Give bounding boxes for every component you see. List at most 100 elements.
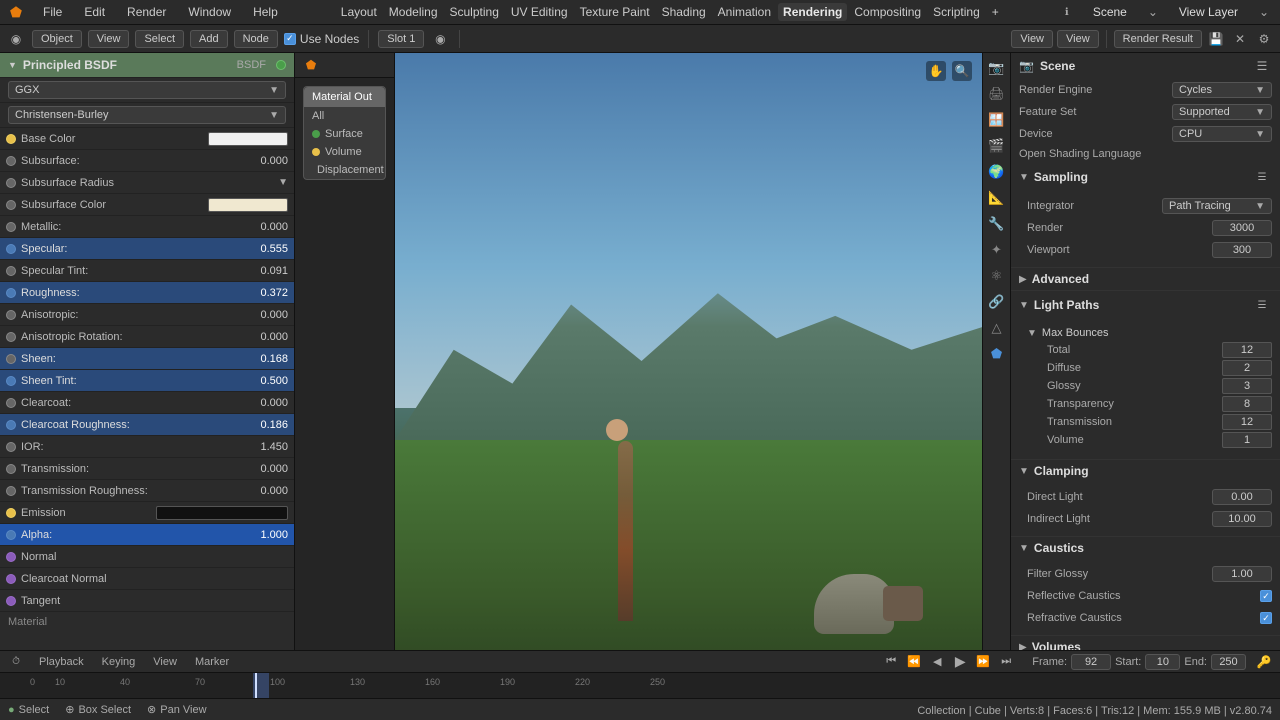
frame-end-input[interactable] bbox=[1211, 654, 1246, 670]
reflective-caustics-checkbox[interactable]: ✓ bbox=[1260, 590, 1272, 602]
constraints-properties-icon[interactable]: 🔗 bbox=[986, 291, 1008, 313]
save-render-icon[interactable]: 💾 bbox=[1206, 29, 1226, 49]
specular-socket[interactable] bbox=[6, 244, 16, 254]
clamping-header[interactable]: ▼ Clamping bbox=[1011, 460, 1280, 482]
filter-glossy-input[interactable] bbox=[1212, 566, 1272, 582]
menu-help[interactable]: Help bbox=[248, 3, 283, 21]
subsurface-radius-dropdown-icon[interactable]: ▼ bbox=[278, 177, 288, 188]
workspace-scripting[interactable]: Scripting bbox=[928, 3, 985, 21]
bounce-total-input[interactable] bbox=[1222, 342, 1272, 358]
select-menu-btn[interactable]: Select bbox=[135, 30, 184, 48]
subsurface-color-socket[interactable] bbox=[6, 200, 16, 210]
emission-socket[interactable] bbox=[6, 508, 16, 518]
workspace-uv[interactable]: UV Editing bbox=[506, 3, 573, 21]
direct-light-input[interactable] bbox=[1212, 489, 1272, 505]
material-properties-icon[interactable]: ⬟ bbox=[986, 343, 1008, 365]
timeline-marker-menu[interactable]: Marker bbox=[190, 654, 234, 670]
keying-icon[interactable]: 🔑 bbox=[1254, 652, 1274, 672]
prop-specular[interactable]: Specular: 0.555 bbox=[0, 238, 294, 260]
render-samples-input[interactable] bbox=[1212, 220, 1272, 236]
subsurface-socket[interactable] bbox=[6, 156, 16, 166]
ior-value[interactable]: 1.450 bbox=[238, 441, 288, 453]
base-color-swatch[interactable] bbox=[208, 132, 288, 146]
metallic-socket[interactable] bbox=[6, 222, 16, 232]
sampling-options-icon[interactable]: ☰ bbox=[1252, 167, 1272, 187]
modifier-properties-icon[interactable]: 🔧 bbox=[986, 213, 1008, 235]
refractive-caustics-checkbox[interactable]: ✓ bbox=[1260, 612, 1272, 624]
slot-btn[interactable]: Slot 1 bbox=[378, 30, 424, 48]
transmission-value[interactable]: 0.000 bbox=[238, 463, 288, 475]
prop-clearcoat-roughness[interactable]: Clearcoat Roughness: 0.186 bbox=[0, 414, 294, 436]
play-icon[interactable]: ▶ bbox=[950, 652, 970, 672]
clearcoat-roughness-socket[interactable] bbox=[6, 420, 16, 430]
workspace-animation[interactable]: Animation bbox=[713, 3, 776, 21]
indirect-light-input[interactable] bbox=[1212, 511, 1272, 527]
bounce-diffuse-input[interactable] bbox=[1222, 360, 1272, 376]
device-select[interactable]: CPU ▼ bbox=[1172, 126, 1272, 142]
view-layer-menu-icon[interactable]: ⌄ bbox=[1254, 2, 1274, 22]
workspace-layout[interactable]: Layout bbox=[336, 3, 382, 21]
advanced-section-header[interactable]: ▶ Advanced bbox=[1011, 268, 1280, 290]
transmission-roughness-socket[interactable] bbox=[6, 486, 16, 496]
emission-bar[interactable] bbox=[156, 506, 289, 520]
alpha-socket[interactable] bbox=[6, 530, 16, 540]
menu-render[interactable]: Render bbox=[122, 3, 171, 21]
physics-properties-icon[interactable]: ⚛ bbox=[986, 265, 1008, 287]
current-frame-input[interactable] bbox=[1071, 654, 1111, 670]
scene-menu-icon[interactable]: ⌄ bbox=[1143, 2, 1163, 22]
clearcoat-socket[interactable] bbox=[6, 398, 16, 408]
workspace-add[interactable]: + bbox=[987, 3, 1004, 21]
view-mode-btn[interactable]: View bbox=[1011, 30, 1053, 48]
render-properties-icon[interactable]: 📷 bbox=[986, 57, 1008, 79]
ior-socket[interactable] bbox=[6, 442, 16, 452]
sheen-tint-socket[interactable] bbox=[6, 376, 16, 386]
menu-edit[interactable]: Edit bbox=[79, 3, 110, 21]
object-data-properties-icon[interactable]: △ bbox=[986, 317, 1008, 339]
anisotropic-rotation-value[interactable]: 0.000 bbox=[238, 331, 288, 343]
close-render-icon[interactable]: ✕ bbox=[1230, 29, 1250, 49]
anisotropic-rotation-socket[interactable] bbox=[6, 332, 16, 342]
prop-alpha[interactable]: Alpha: 1.000 bbox=[0, 524, 294, 546]
sheen-socket[interactable] bbox=[6, 354, 16, 364]
tangent-socket[interactable] bbox=[6, 596, 16, 606]
add-menu-btn[interactable]: Add bbox=[190, 30, 228, 48]
view-menu-btn[interactable]: View bbox=[88, 30, 130, 48]
render-settings-icon[interactable]: ⚙ bbox=[1254, 29, 1274, 49]
bsdf-output-socket[interactable] bbox=[276, 60, 286, 70]
node-collapse-icon[interactable]: ▼ bbox=[8, 60, 17, 70]
goto-end-icon[interactable]: ⏭ bbox=[996, 652, 1016, 672]
base-color-socket[interactable] bbox=[6, 134, 16, 144]
subsurface-radius-socket[interactable] bbox=[6, 178, 16, 188]
workspace-compositing[interactable]: Compositing bbox=[849, 3, 926, 21]
subsurface-value[interactable]: 0.000 bbox=[238, 155, 288, 167]
volume-socket[interactable] bbox=[312, 148, 320, 156]
frame-start-input[interactable] bbox=[1145, 654, 1180, 670]
play-back-icon[interactable]: ◀ bbox=[927, 652, 947, 672]
distribution-dropdown-icon[interactable]: ▼ bbox=[269, 85, 279, 96]
info-icon[interactable]: ℹ bbox=[1057, 2, 1077, 22]
prop-roughness[interactable]: Roughness: 0.372 bbox=[0, 282, 294, 304]
blender-logo-icon[interactable]: ⬟ bbox=[6, 2, 26, 22]
light-paths-options-icon[interactable]: ☰ bbox=[1252, 295, 1272, 315]
transmission-socket[interactable] bbox=[6, 464, 16, 474]
specular-tint-value[interactable]: 0.091 bbox=[238, 265, 288, 277]
world-properties-icon[interactable]: 🌍 bbox=[986, 161, 1008, 183]
object-properties-icon[interactable]: 📐 bbox=[986, 187, 1008, 209]
view-slot-btn[interactable]: View bbox=[1057, 30, 1099, 48]
node-editor-icon[interactable]: ⬟ bbox=[301, 55, 321, 75]
bounce-transmission-input[interactable] bbox=[1222, 414, 1272, 430]
render-result-btn[interactable]: Render Result bbox=[1114, 30, 1202, 48]
max-bounces-header[interactable]: ▼ Max Bounces bbox=[1027, 325, 1272, 341]
clearcoat-normal-socket[interactable] bbox=[6, 574, 16, 584]
render-props-options-icon[interactable]: ☰ bbox=[1252, 56, 1272, 76]
light-paths-header[interactable]: ▼ Light Paths ☰ bbox=[1011, 291, 1280, 319]
menu-file[interactable]: File bbox=[38, 3, 67, 21]
bounce-transparency-input[interactable] bbox=[1222, 396, 1272, 412]
particles-properties-icon[interactable]: ✦ bbox=[986, 239, 1008, 261]
workspace-modeling[interactable]: Modeling bbox=[384, 3, 443, 21]
timeline-view-menu[interactable]: View bbox=[148, 654, 182, 670]
viewport-zoom-icon[interactable]: 🔍 bbox=[952, 61, 972, 81]
output-properties-icon[interactable]: 🖨 bbox=[986, 83, 1008, 105]
workspace-texture[interactable]: Texture Paint bbox=[575, 3, 655, 21]
scene-properties-icon[interactable]: 🎬 bbox=[986, 135, 1008, 157]
